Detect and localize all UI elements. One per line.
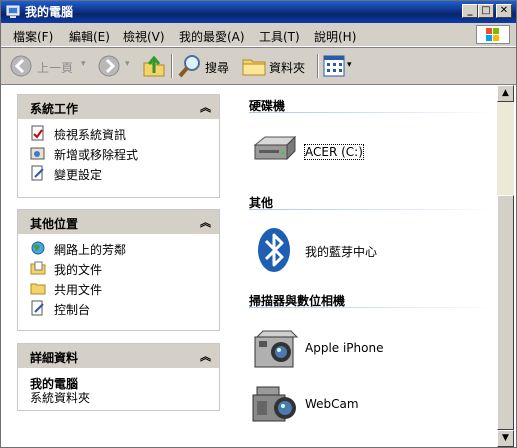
group-divider [249,209,497,210]
toolbar-separator [171,54,173,78]
video-camera-icon [251,383,299,430]
bluetooth-label: 我的藍芽中心 [305,245,378,259]
explorer-window: 我的電腦 _ □ ✕ 檔案(F) 編輯(E) 檢視(V) 我的最愛(A) 工具(… [0,0,517,448]
view-mode-button[interactable]: ▾ [323,52,357,80]
folders-icon [241,54,267,81]
change-settings-icon [30,165,46,181]
collapse-chevron-icon[interactable]: ︽ [200,99,211,115]
back-arrow-icon [9,54,33,81]
camera-icon [251,327,299,374]
my-computer-icon [5,4,21,20]
other-places-header[interactable]: 其他位置 ︽ [18,210,219,234]
menu-tools[interactable]: 工具(T) [259,28,300,45]
camera-label: Apple iPhone [305,341,384,355]
menu-help[interactable]: 說明(H) [314,28,356,45]
back-button[interactable]: 上一頁 ▾ [7,52,91,80]
search-icon [177,53,203,82]
other-places-title: 其他位置 [30,217,79,231]
up-folder-icon [141,53,167,82]
system-tasks-panel: 系統工作 ︽ 檢視系統資訊 新增或移除程式 變更設定 [17,94,220,198]
title-bar[interactable]: 我的電腦 _ □ ✕ [1,1,516,23]
task-label: 新增或移除程式 [54,148,139,162]
place-label: 我的文件 [54,263,103,277]
scroll-thumb[interactable] [497,195,514,430]
view-tiles-icon [323,55,345,80]
scroll-down-button[interactable]: ▼ [497,430,514,447]
forward-button[interactable]: ▾ [95,52,135,80]
toolbar-separator [317,54,319,78]
details-header[interactable]: 詳細資料 ︽ [18,344,219,368]
search-button[interactable]: 搜尋 [177,52,237,80]
system-info-icon [30,125,46,141]
scroll-up-button[interactable]: ▲ [497,85,514,102]
add-remove-programs-icon [30,145,46,161]
back-label: 上一頁 [37,61,74,75]
collapse-chevron-icon[interactable]: ︽ [200,348,211,364]
my-documents-icon [30,260,46,276]
menu-file[interactable]: 檔案(F) [13,28,53,45]
minimize-button[interactable]: _ [462,4,478,18]
up-folder-button[interactable] [141,52,167,80]
menu-favorites[interactable]: 我的最愛(A) [179,28,245,45]
maximize-button[interactable]: □ [478,4,494,18]
view-dropdown-icon[interactable]: ▾ [347,60,352,70]
task-label: 變更設定 [54,168,103,182]
bluetooth-icon [257,227,291,276]
forward-dropdown-icon[interactable]: ▾ [125,59,130,69]
menu-bar: 檔案(F) 編輯(E) 檢視(V) 我的最愛(A) 工具(T) 說明(H) [1,23,516,47]
toolbar: 上一頁 ▾ ▾ 搜尋 資料夾 ▾ [1,47,516,85]
webcam-label: WebCam [305,397,359,411]
hard-drive-icon [251,135,299,168]
menu-edit[interactable]: 編輯(E) [69,28,110,45]
place-label: 共用文件 [54,283,103,297]
bluetooth-center[interactable]: 我的藍芽中心 [249,227,409,275]
drive-acer-c[interactable]: ACER (C:) [249,131,369,171]
vertical-scrollbar[interactable]: ▲ ▼ [497,85,514,447]
menu-view[interactable]: 檢視(V) [123,28,165,45]
window-title: 我的電腦 [25,5,74,19]
close-button[interactable]: ✕ [496,4,512,18]
other-places-panel: 其他位置 ︽ 網路上的芳鄰 我的文件 共用文件 控制台 [17,209,220,331]
details-panel: 詳細資料 ︽ 我的電腦 系統資料夾 [17,343,220,411]
shared-folder-icon [30,280,46,296]
folders-label: 資料夾 [269,61,306,75]
network-globe-icon [30,240,46,256]
drive-label: ACER (C:) [304,144,364,160]
group-divider [249,112,497,113]
task-pane: 系統工作 ︽ 檢視系統資訊 新增或移除程式 變更設定 其他位置 ︽ 網路上的芳鄰… [1,85,237,447]
back-dropdown-icon[interactable]: ▾ [81,59,86,69]
collapse-chevron-icon[interactable]: ︽ [200,214,211,230]
details-type: 系統資料夾 [30,391,91,405]
control-panel-icon [30,300,46,316]
forward-arrow-icon [97,54,121,81]
system-tasks-header[interactable]: 系統工作 ︽ [18,95,219,119]
place-label: 控制台 [54,303,91,317]
system-tasks-title: 系統工作 [30,102,79,116]
windows-logo-icon [476,25,510,44]
camera-apple-iphone[interactable]: Apple iPhone [249,325,409,373]
content-area: 硬碟機 ACER (C:) 其他 我的藍芽中心 掃描器與數位相機 Apple i… [237,85,497,447]
task-label: 檢視系統資訊 [54,128,127,142]
details-title: 詳細資料 [30,351,79,365]
place-label: 網路上的芳鄰 [54,243,127,257]
camera-webcam[interactable]: WebCam [249,381,409,429]
folders-button[interactable]: 資料夾 [241,52,313,80]
search-label: 搜尋 [205,61,230,75]
group-divider [249,307,497,308]
